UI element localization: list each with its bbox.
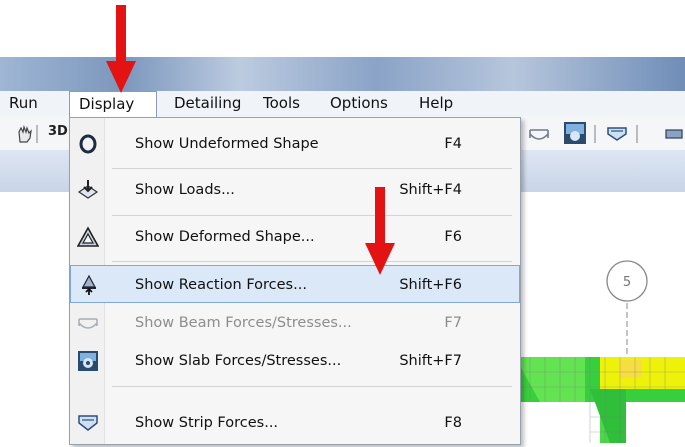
annotation-arrow-display [106, 5, 136, 93]
slab-forces-icon [78, 351, 98, 371]
toolbar-separator [36, 125, 38, 143]
menu-item-label: Show Strip Forces... [135, 415, 279, 431]
menu-item-shortcut: F7 [444, 315, 462, 331]
slab-contour [515, 357, 685, 443]
toolbar-more-icon[interactable] [662, 124, 684, 144]
menu-item-show-loads[interactable]: Show Loads... Shift+F4 [70, 171, 520, 209]
menu-item-label: Show Loads... [135, 182, 235, 198]
annotation-arrow-reaction-forces [365, 187, 395, 275]
toolbar-separator [594, 125, 596, 143]
menu-item-show-strip-forces[interactable]: Show Strip Forces... F8 [70, 404, 520, 442]
menu-item-label: Show Slab Forces/Stresses... [135, 353, 342, 369]
menu-item-label: Show Reaction Forces... [135, 277, 307, 293]
view-3d-button[interactable]: 3D [48, 124, 68, 139]
menu-display[interactable]: Display [69, 91, 157, 118]
menu-item-show-beam-forces[interactable]: Show Beam Forces/Stresses... F7 [70, 304, 520, 342]
beam-forces-toolbar-icon[interactable] [528, 124, 550, 144]
toolbar-separator [636, 125, 638, 143]
menu-detailing[interactable]: Detailing [165, 91, 253, 116]
grid-bubble-label: 5 [623, 275, 631, 290]
menu-item-shortcut: Shift+F4 [399, 182, 462, 198]
beam-forces-icon [78, 318, 98, 329]
slab-forces-toolbar-icon[interactable] [562, 120, 588, 146]
menu-item-label: Show Undeformed Shape [135, 136, 319, 152]
menu-item-show-slab-forces[interactable]: Show Slab Forces/Stresses... Shift+F7 [70, 342, 520, 380]
menu-item-show-undeformed-shape[interactable]: Show Undeformed Shape F4 [70, 125, 520, 163]
menu-item-shortcut: F6 [444, 229, 462, 245]
menu-separator [112, 168, 512, 169]
hand-pan-icon[interactable] [14, 124, 36, 144]
menu-separator [112, 215, 512, 216]
menu-separator [112, 261, 512, 262]
menu-item-shortcut: F4 [444, 136, 462, 152]
menu-item-show-deformed-shape[interactable]: Show Deformed Shape... F6 [70, 218, 520, 256]
deformed-shape-icon [77, 226, 99, 247]
menu-help[interactable]: Help [410, 91, 474, 116]
window-titlebar [0, 57, 685, 91]
menu-separator [112, 386, 512, 387]
display-menu-dropdown: Show Undeformed Shape F4 Show Loads... S… [69, 117, 521, 445]
strip-forces-toolbar-icon[interactable] [606, 124, 628, 144]
undeformed-shape-icon [79, 134, 97, 154]
menu-item-shortcut: Shift+F7 [399, 353, 462, 369]
menu-item-show-reaction-forces[interactable]: Show Reaction Forces... Shift+F6 [70, 265, 520, 303]
reaction-forces-icon [81, 274, 97, 295]
loads-icon [77, 180, 99, 199]
menu-run[interactable]: Run [0, 91, 68, 116]
strip-forces-icon [78, 415, 98, 431]
menu-item-label: Show Beam Forces/Stresses... [135, 315, 352, 331]
menu-tools[interactable]: Tools [254, 91, 318, 116]
menu-item-shortcut: Shift+F6 [399, 277, 462, 293]
menu-item-label: Show Deformed Shape... [135, 229, 315, 245]
menu-item-shortcut: F8 [444, 415, 462, 431]
menu-options[interactable]: Options [321, 91, 405, 116]
